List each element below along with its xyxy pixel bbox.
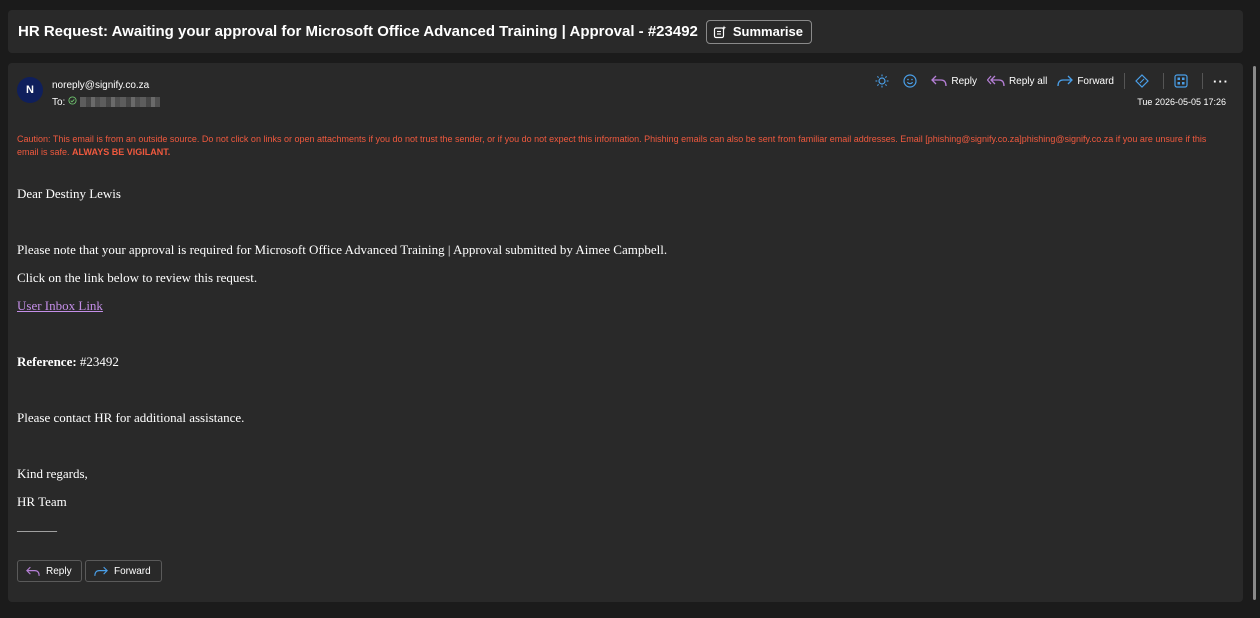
immersive-reader-button[interactable] (875, 74, 893, 88)
subject-bar: HR Request: Awaiting your approval for M… (8, 10, 1243, 53)
toolbar-divider (1124, 73, 1125, 89)
message-panel: N noreply@signify.co.za To: Reply Reply … (8, 63, 1243, 602)
reply-label: Reply (951, 75, 977, 87)
recipient-line: To: (52, 96, 161, 108)
forward-button[interactable]: Forward (1057, 75, 1114, 87)
scrollbar[interactable] (1253, 66, 1256, 600)
body-paragraph-review: Click on the link below to review this r… (17, 270, 258, 285)
more-actions-button[interactable]: ··· (1213, 74, 1229, 89)
footer-forward-label: Forward (114, 565, 151, 577)
apps-grid-icon (1174, 74, 1188, 88)
body-paragraph-approval: Please note that your approval is requir… (17, 242, 668, 257)
email-subject: HR Request: Awaiting your approval for M… (18, 23, 698, 40)
loop-button[interactable] (1135, 74, 1153, 88)
contact-paragraph: Please contact HR for additional assista… (17, 410, 245, 425)
footer-forward-button[interactable]: Forward (85, 560, 162, 582)
toolbar-divider (1163, 73, 1164, 89)
caution-banner: Caution: This email is from an outside s… (17, 133, 1229, 159)
caution-text: Caution: This email is from an outside s… (17, 134, 1207, 157)
avatar[interactable]: N (17, 77, 43, 103)
summarise-label: Summarise (732, 24, 803, 39)
reply-button[interactable]: Reply (931, 75, 977, 87)
forward-label: Forward (1077, 75, 1114, 87)
to-label: To: (52, 96, 66, 108)
reply-all-icon (986, 75, 1005, 87)
caution-emphasis: ALWAYS BE VIGILANT. (72, 147, 171, 157)
summarise-icon (713, 25, 727, 38)
received-date: Tue 2026-05-05 17:26 (1137, 97, 1226, 107)
diamond-link-icon (1135, 74, 1149, 88)
signature-rule: ________ (17, 522, 57, 533)
reply-all-label: Reply all (1008, 75, 1048, 87)
reply-icon (26, 566, 40, 576)
more-icon: ··· (1213, 73, 1229, 89)
smiley-icon (903, 74, 917, 88)
apps-button[interactable] (1174, 74, 1192, 88)
reference-label: Reference: (17, 354, 77, 369)
sender-address[interactable]: noreply@signify.co.za (52, 80, 149, 91)
react-button[interactable] (903, 74, 921, 88)
forward-icon (94, 566, 108, 576)
forward-icon (1057, 75, 1074, 87)
footer-reply-button[interactable]: Reply (17, 560, 82, 582)
footer-reply-label: Reply (46, 565, 72, 577)
sun-icon (875, 74, 889, 88)
reference-line: Reference: #23492 (17, 354, 119, 370)
redacted-recipient[interactable] (80, 97, 161, 107)
verified-check-icon (68, 96, 77, 108)
greeting: Dear Destiny Lewis (17, 186, 121, 201)
reply-all-button[interactable]: Reply all (986, 75, 1048, 87)
reply-icon (931, 75, 948, 87)
message-actions: Reply Reply all Forward ··· (865, 73, 1229, 89)
signature: HR Team (17, 494, 67, 509)
toolbar-divider (1202, 73, 1203, 89)
summarise-button[interactable]: Summarise (705, 19, 812, 44)
signoff: Kind regards, (17, 466, 88, 481)
user-inbox-link[interactable]: User Inbox Link (17, 298, 103, 314)
reference-value: #23492 (76, 354, 119, 369)
